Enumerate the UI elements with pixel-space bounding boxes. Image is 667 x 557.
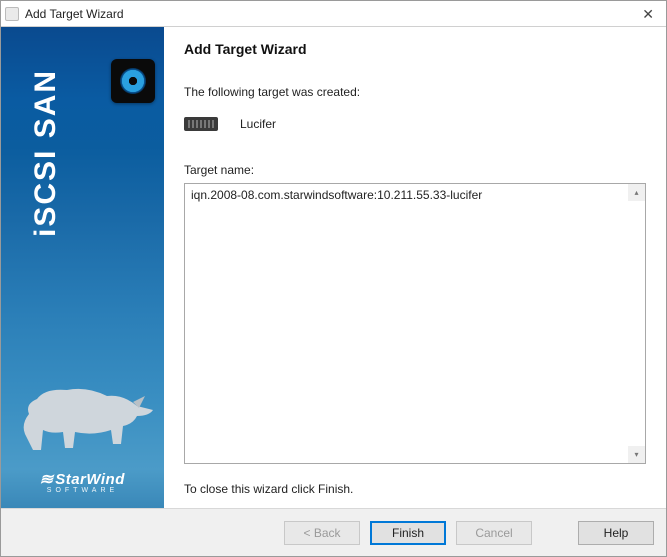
wizard-main: Add Target Wizard The following target w… (164, 27, 666, 508)
target-alias: Lucifer (240, 117, 276, 131)
created-target-row: Lucifer (184, 117, 646, 131)
brand-logo: ≋StarWind SOFTWARE (1, 470, 164, 494)
target-icon-ring (120, 68, 146, 94)
back-button: < Back (284, 521, 360, 545)
wizard-body: iSCSI SAN ≋StarWind SOFTWARE Add Target … (1, 27, 666, 508)
window-title: Add Target Wizard (25, 7, 124, 21)
product-name: iSCSI SAN (29, 69, 63, 237)
created-text: The following target was created: (184, 85, 646, 99)
close-icon[interactable]: ✕ (636, 7, 660, 21)
app-icon (5, 7, 19, 21)
titlebar-left: Add Target Wizard (5, 7, 124, 21)
brand-sub: SOFTWARE (1, 487, 164, 494)
server-icon (184, 117, 218, 131)
wizard-window: Add Target Wizard ✕ iSCSI SAN ≋StarWind … (0, 0, 667, 557)
titlebar: Add Target Wizard ✕ (1, 1, 666, 27)
close-instruction: To close this wizard click Finish. (184, 482, 646, 496)
target-name-value: iqn.2008-08.com.starwindsoftware:10.211.… (185, 184, 645, 206)
target-name-field[interactable]: iqn.2008-08.com.starwindsoftware:10.211.… (184, 183, 646, 464)
rhino-illustration (15, 366, 155, 456)
cancel-button: Cancel (456, 521, 532, 545)
brand-name: StarWind (55, 471, 125, 488)
sidebar-banner: iSCSI SAN ≋StarWind SOFTWARE (1, 27, 164, 508)
scroll-up-icon[interactable]: ▴ (628, 184, 645, 201)
target-icon (111, 59, 155, 103)
help-button[interactable]: Help (578, 521, 654, 545)
page-title: Add Target Wizard (184, 41, 646, 57)
target-name-label: Target name: (184, 163, 646, 177)
finish-button[interactable]: Finish (370, 521, 446, 545)
wizard-footer: < Back Finish Cancel Help (1, 508, 666, 556)
scroll-down-icon[interactable]: ▾ (628, 446, 645, 463)
